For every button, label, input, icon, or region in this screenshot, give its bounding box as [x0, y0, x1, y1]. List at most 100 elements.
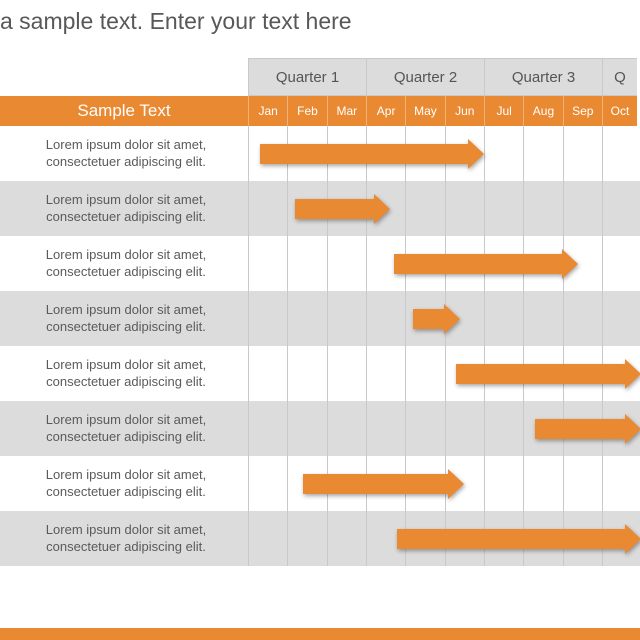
- month-cell: Oct: [602, 96, 637, 126]
- quarter-cell: Quarter 1: [248, 58, 366, 96]
- grid-cell: [248, 401, 287, 456]
- grid-cell: [287, 401, 326, 456]
- grid-cell: [327, 401, 366, 456]
- month-cell: Mar: [327, 96, 366, 126]
- gantt-bar: [397, 529, 640, 549]
- grid-cell: [523, 181, 562, 236]
- gantt-bar: [260, 144, 484, 164]
- arrow-right-icon: [444, 304, 460, 334]
- table-row: Lorem ipsum dolor sit amet, consectetuer…: [0, 126, 640, 181]
- gantt-bar: [456, 364, 640, 384]
- grid-cell: [405, 346, 444, 401]
- grid-cell: [248, 291, 287, 346]
- task-label: Lorem ipsum dolor sit amet, consectetuer…: [0, 401, 248, 456]
- gantt-bar: [413, 309, 460, 329]
- quarter-header-row: Quarter 1 Quarter 2 Quarter 3 Q: [0, 58, 640, 96]
- quarter-cell: Q: [602, 58, 637, 96]
- grid-cell: [366, 291, 405, 346]
- arrow-right-icon: [468, 139, 484, 169]
- grid-cell: [248, 346, 287, 401]
- month-cell: May: [405, 96, 444, 126]
- grid-cell: [248, 236, 287, 291]
- grid-cell: [602, 236, 637, 291]
- task-label: Lorem ipsum dolor sit amet, consectetuer…: [0, 346, 248, 401]
- table-row: Lorem ipsum dolor sit amet, consectetuer…: [0, 346, 640, 401]
- bar-shaft: [397, 529, 625, 549]
- grid-cell: [484, 401, 523, 456]
- arrow-right-icon: [448, 469, 464, 499]
- gantt-chart: Quarter 1 Quarter 2 Quarter 3 Q Sample T…: [0, 58, 640, 566]
- task-label: Lorem ipsum dolor sit amet, consectetuer…: [0, 511, 248, 566]
- grid-cell: [484, 126, 523, 181]
- grid-cell: [405, 401, 444, 456]
- header-spacer: [0, 58, 248, 96]
- task-column-header: Sample Text: [0, 96, 248, 126]
- task-label: Lorem ipsum dolor sit amet, consectetuer…: [0, 126, 248, 181]
- task-label: Lorem ipsum dolor sit amet, consectetuer…: [0, 181, 248, 236]
- timeline-grid: [248, 291, 640, 346]
- grid-cell: [563, 456, 602, 511]
- arrow-right-icon: [625, 524, 640, 554]
- arrow-right-icon: [562, 249, 578, 279]
- grid-cell: [602, 181, 637, 236]
- grid-cell: [287, 291, 326, 346]
- gantt-body: Lorem ipsum dolor sit amet, consectetuer…: [0, 126, 640, 566]
- quarter-cell: Quarter 2: [366, 58, 484, 96]
- grid-cell: [287, 236, 326, 291]
- table-row: Lorem ipsum dolor sit amet, consectetuer…: [0, 236, 640, 291]
- grid-cell: [602, 126, 637, 181]
- grid-cell: [366, 401, 405, 456]
- timeline-grid: [248, 236, 640, 291]
- timeline-grid: [248, 456, 640, 511]
- bar-shaft: [535, 419, 625, 439]
- gantt-bar: [394, 254, 579, 274]
- arrow-right-icon: [625, 359, 640, 389]
- month-cell: Apr: [366, 96, 405, 126]
- grid-cell: [523, 126, 562, 181]
- arrow-right-icon: [625, 414, 640, 444]
- bar-shaft: [394, 254, 563, 274]
- grid-cell: [366, 346, 405, 401]
- grid-cell: [248, 181, 287, 236]
- bar-shaft: [260, 144, 468, 164]
- bar-shaft: [295, 199, 373, 219]
- task-label: Lorem ipsum dolor sit amet, consectetuer…: [0, 236, 248, 291]
- grid-cell: [563, 181, 602, 236]
- grid-cell: [287, 346, 326, 401]
- month-header-row: Sample Text JanFebMarAprMayJunJulAugSepO…: [0, 96, 640, 126]
- table-row: Lorem ipsum dolor sit amet, consectetuer…: [0, 401, 640, 456]
- grid-cell: [563, 126, 602, 181]
- gantt-bar: [535, 419, 640, 439]
- month-cell: Jul: [484, 96, 523, 126]
- timeline-grid: [248, 126, 640, 181]
- grid-cell: [405, 181, 444, 236]
- grid-cell: [445, 401, 484, 456]
- page-title: a sample text. Enter your text here: [0, 0, 640, 55]
- gantt-bar: [303, 474, 464, 494]
- month-cell: Feb: [287, 96, 326, 126]
- footer-accent-bar: [0, 628, 640, 640]
- gantt-bar: [295, 199, 389, 219]
- timeline-grid: [248, 401, 640, 456]
- month-cell: Jun: [445, 96, 484, 126]
- grid-cell: [602, 291, 637, 346]
- grid-cell: [484, 181, 523, 236]
- quarter-cells: Quarter 1 Quarter 2 Quarter 3 Q: [248, 58, 640, 96]
- month-cell: Sep: [563, 96, 602, 126]
- grid-cell: [327, 236, 366, 291]
- grid-cell: [327, 346, 366, 401]
- table-row: Lorem ipsum dolor sit amet, consectetuer…: [0, 456, 640, 511]
- table-row: Lorem ipsum dolor sit amet, consectetuer…: [0, 511, 640, 566]
- month-cell: Jan: [248, 96, 287, 126]
- bar-shaft: [456, 364, 625, 384]
- grid-cell: [484, 291, 523, 346]
- task-label: Lorem ipsum dolor sit amet, consectetuer…: [0, 456, 248, 511]
- task-label: Lorem ipsum dolor sit amet, consectetuer…: [0, 291, 248, 346]
- quarter-cell: Quarter 3: [484, 58, 602, 96]
- grid-cell: [248, 511, 287, 566]
- grid-cell: [484, 456, 523, 511]
- timeline-grid: [248, 181, 640, 236]
- grid-cell: [602, 456, 637, 511]
- grid-cell: [523, 291, 562, 346]
- timeline-grid: [248, 511, 640, 566]
